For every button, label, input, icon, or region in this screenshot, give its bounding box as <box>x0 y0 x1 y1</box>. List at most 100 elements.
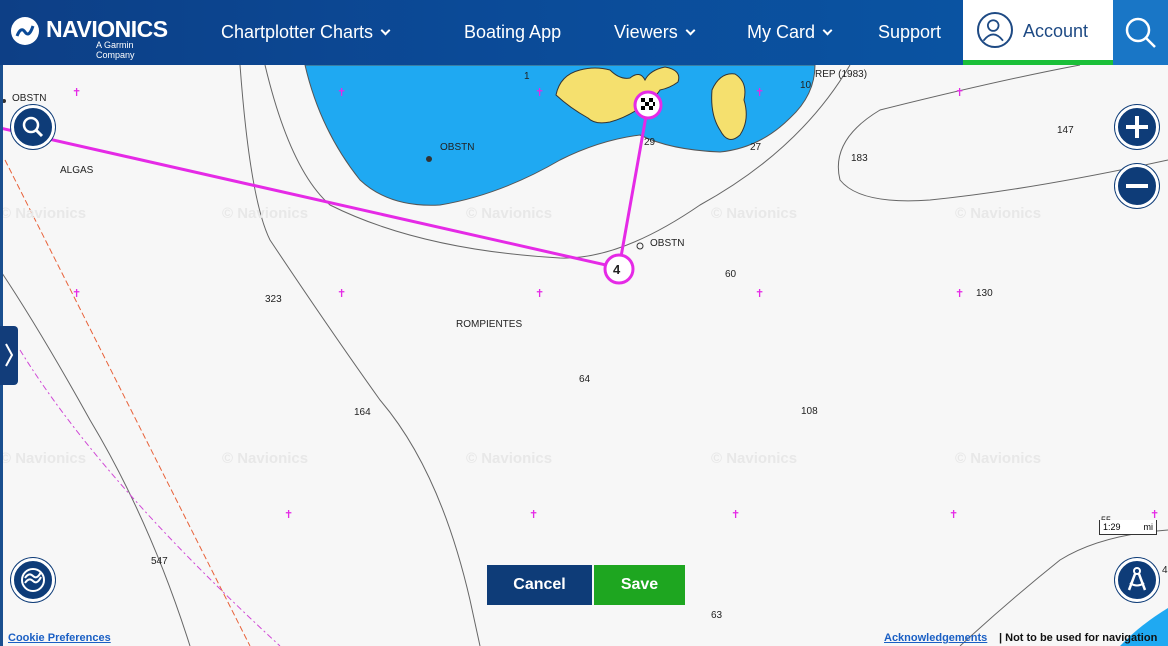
watermark: © Navionics <box>222 205 309 222</box>
svg-text:✝: ✝ <box>337 288 346 300</box>
depth-sounding: 27 <box>750 142 762 153</box>
svg-text:✝: ✝ <box>72 288 81 300</box>
finish-flag-cell <box>645 102 649 106</box>
svg-text:✝: ✝ <box>529 509 538 521</box>
finish-flag-cell <box>641 106 645 110</box>
nav-label: Support <box>878 22 942 42</box>
nav-boating-app[interactable]: Boating App <box>464 0 561 65</box>
svg-text:✝: ✝ <box>72 87 81 99</box>
logo-brand-text: NAVIONICS <box>46 16 168 42</box>
svg-text:✝: ✝ <box>337 87 346 99</box>
watermark: © Navionics <box>711 205 798 222</box>
svg-text:✝: ✝ <box>535 288 544 300</box>
watermark: © Navionics <box>955 450 1042 467</box>
svg-text:✝: ✝ <box>755 288 764 300</box>
layers-icon <box>21 568 45 592</box>
depth-sounding: 108 <box>801 406 818 417</box>
chevron-down-icon <box>380 25 391 36</box>
depth-sounding: 63 <box>711 610 723 621</box>
nav-label: Chartplotter Charts <box>221 22 374 42</box>
depth-sounding: 547 <box>151 556 168 567</box>
route-waypoint-number[interactable]: 4 <box>613 262 620 277</box>
chevron-down-icon <box>685 25 696 36</box>
depth-sounding: 10 <box>800 80 812 91</box>
nav-viewers[interactable]: Viewers <box>614 0 696 65</box>
user-icon <box>977 12 1013 48</box>
finish-flag-cell <box>649 106 653 110</box>
svg-text:✝: ✝ <box>949 509 958 521</box>
map-label-rompientes: ROMPIENTES <box>456 319 523 330</box>
account-label: Account <box>1023 21 1089 41</box>
measure-icon <box>1127 567 1147 591</box>
header-search-button[interactable] <box>1113 0 1168 65</box>
map-label-obstn: OBSTN <box>650 238 685 249</box>
layers-button[interactable] <box>11 558 55 602</box>
account-button[interactable]: Account <box>963 0 1113 65</box>
svg-text:✝: ✝ <box>955 288 964 300</box>
cancel-button[interactable]: Cancel <box>487 565 592 605</box>
watermark: © Navionics <box>0 205 87 222</box>
map-label-rep: REP (1983) <box>815 69 868 80</box>
depth-sounding: 147 <box>1057 125 1074 136</box>
nav-label: My Card <box>747 22 816 42</box>
map-scale-bar: 1:29 mi <box>1099 520 1157 535</box>
expand-panel-icon <box>5 343 14 367</box>
zoom-out-icon <box>1126 184 1148 188</box>
navigation-disclaimer: | Not to be used for navigation <box>999 632 1158 644</box>
measure-button[interactable] <box>1115 558 1159 602</box>
svg-text:✝: ✝ <box>755 87 764 99</box>
chevron-down-icon <box>822 25 833 36</box>
depth-sounding: 4 <box>1162 565 1168 576</box>
boundary-line <box>19 349 281 646</box>
depth-sounding: 29 <box>644 137 656 148</box>
svg-text:✝: ✝ <box>731 509 740 521</box>
depth-sounding: 183 <box>851 153 868 164</box>
acknowledgements-link[interactable]: Acknowledgements <box>884 632 987 644</box>
depth-sounding: 60 <box>725 269 737 280</box>
expand-panel-button[interactable] <box>0 326 18 385</box>
zoom-in-icon <box>1126 116 1148 138</box>
depth-sounding: 130 <box>976 288 993 299</box>
zoom-out-button[interactable] <box>1115 164 1159 208</box>
navionics-logo-icon <box>11 17 39 45</box>
nav-my-card[interactable]: My Card <box>747 0 833 65</box>
navionics-app: NAVIONICS A Garmin Company Chartplotter … <box>0 0 1168 646</box>
scale-label: 1:29 <box>1103 522 1121 532</box>
search-icon <box>1125 17 1156 48</box>
zoom-in-button[interactable] <box>1115 105 1159 149</box>
depth-sounding: 164 <box>354 407 371 418</box>
map-search-button[interactable] <box>11 105 55 149</box>
logo-subtitle: A Garmin Company <box>96 40 135 60</box>
obstruction-symbol <box>636 242 644 250</box>
watermark: © Navionics <box>466 450 553 467</box>
watermark: © Navionics <box>0 450 87 467</box>
svg-text:✝: ✝ <box>955 87 964 99</box>
save-button[interactable]: Save <box>594 565 685 605</box>
nautical-chart-map[interactable]: ✝ ✝ ✝ ✝ ✝ ✝ ✝ ✝ ✝ ✝ ✝ ✝ ✝ ✝ ✝ © Navionic… <box>0 65 1168 646</box>
depth-sounding: 323 <box>265 294 282 305</box>
nav-label: Viewers <box>614 22 678 42</box>
svg-text:✝: ✝ <box>535 87 544 99</box>
search-icon <box>22 116 44 138</box>
map-label-obstn: OBSTN <box>12 93 47 104</box>
watermark: © Navionics <box>222 450 309 467</box>
watermark: © Navionics <box>711 450 798 467</box>
chart-graphics: ✝ ✝ ✝ ✝ ✝ ✝ ✝ ✝ ✝ ✝ ✝ ✝ ✝ ✝ ✝ <box>0 65 1168 646</box>
nav-support[interactable]: Support <box>878 0 941 65</box>
map-label-obstn: OBSTN <box>440 142 475 153</box>
depth-sounding: 64 <box>579 374 591 385</box>
finish-flag-cell <box>653 102 655 106</box>
cookie-preferences-link[interactable]: Cookie Preferences <box>8 632 111 644</box>
watermark: © Navionics <box>466 205 553 222</box>
svg-text:✝: ✝ <box>284 509 293 521</box>
navionics-logo[interactable]: NAVIONICS A Garmin Company <box>10 14 170 60</box>
finish-flag-cell <box>649 98 653 102</box>
scale-unit: mi <box>1143 522 1154 532</box>
depth-sounding: 1 <box>524 71 530 82</box>
nav-chartplotter-charts[interactable]: Chartplotter Charts <box>221 0 391 65</box>
finish-flag-cell <box>641 98 645 102</box>
obstruction-symbol <box>426 156 432 162</box>
watermark: © Navionics <box>955 205 1042 222</box>
nav-label: Boating App <box>464 22 562 42</box>
map-label-algas: ALGAS <box>60 165 94 176</box>
